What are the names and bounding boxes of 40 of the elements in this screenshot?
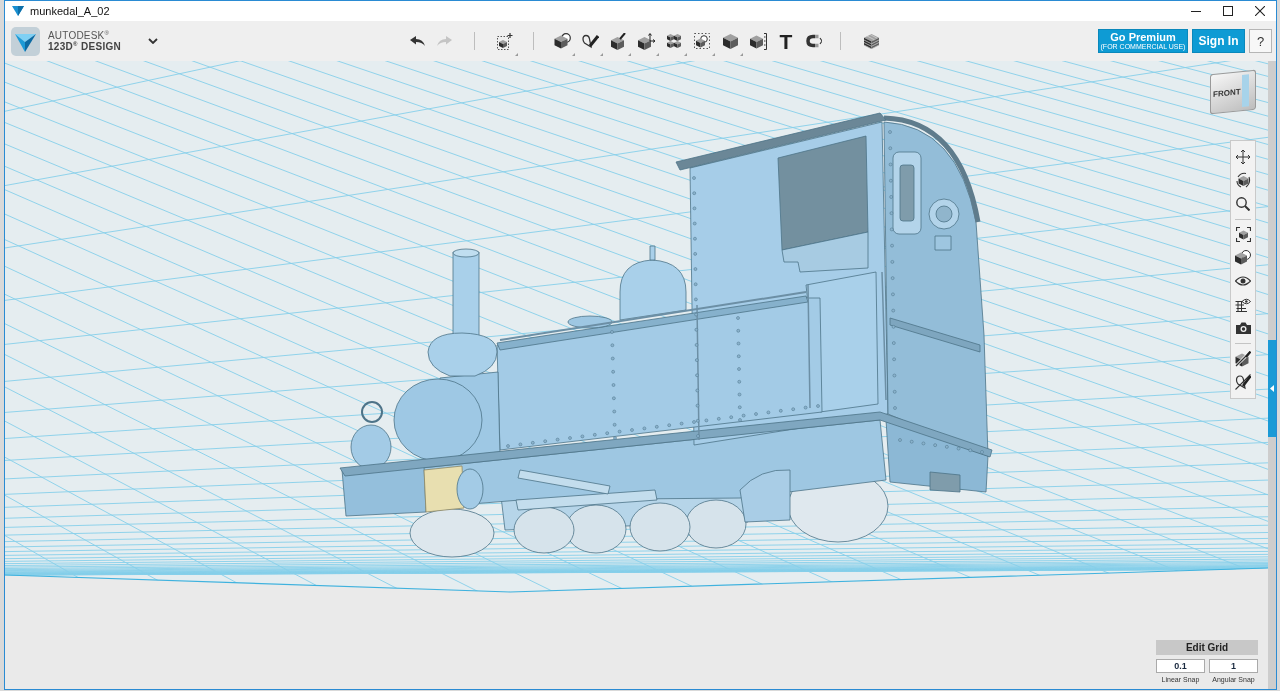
cube-brush-icon: [610, 32, 626, 50]
view-cube[interactable]: FRONT: [1210, 69, 1256, 115]
camera-icon: [1235, 322, 1251, 335]
dashed-cube-plus-icon: [497, 32, 513, 50]
redo-arrow-icon: [437, 36, 452, 46]
chevron-down-icon: [148, 38, 159, 44]
edit-grid-button[interactable]: Edit Grid: [1156, 640, 1258, 655]
brand-name: AUTODESK$^{®}$: [48, 30, 111, 41]
cube-sphere-icon: [1235, 250, 1251, 266]
cube-sphere-icon: [553, 33, 571, 49]
magnet-icon: [806, 34, 822, 48]
text-tool-button[interactable]: T: [772, 26, 800, 56]
cube-ruler-icon: [749, 32, 767, 50]
dashed-cube-icon: [694, 33, 710, 49]
cube-icon: [722, 33, 738, 49]
undo-arrow-icon: [410, 36, 425, 46]
snap-field[interactable]: 1: [1209, 659, 1258, 673]
move-arrows-icon: [1236, 149, 1250, 164]
pencil-shape-icon: [581, 33, 599, 49]
cube-slash-icon: [1235, 350, 1251, 367]
layered-cube-icon: [863, 33, 879, 49]
magnifier-icon: [1236, 196, 1250, 211]
minimize-icon: [1191, 10, 1201, 12]
close-icon: [1255, 6, 1265, 16]
cubes-grid-icon: [667, 34, 681, 48]
triangle-left-icon: [1270, 385, 1274, 392]
pencil-slash-icon: [1235, 374, 1251, 391]
maximize-icon: [1223, 6, 1233, 16]
logo-icon: [12, 6, 24, 16]
fit-frame-icon: [1235, 226, 1251, 242]
snap-field[interactable]: 0.1: [1156, 659, 1205, 673]
eye-icon: [1235, 276, 1251, 287]
orbit-cube-icon: [1235, 172, 1251, 189]
help-button[interactable]: ?: [1249, 29, 1272, 53]
window-title: munkedal_A_02: [30, 5, 110, 17]
logo-icon: [11, 26, 40, 56]
product-name: 123D$^{®}$ DESIGN: [48, 41, 122, 52]
cube-arrows-icon: [637, 32, 655, 50]
grid-eye-icon: [1235, 297, 1251, 312]
panel-toggle-handle[interactable]: [1268, 340, 1276, 437]
